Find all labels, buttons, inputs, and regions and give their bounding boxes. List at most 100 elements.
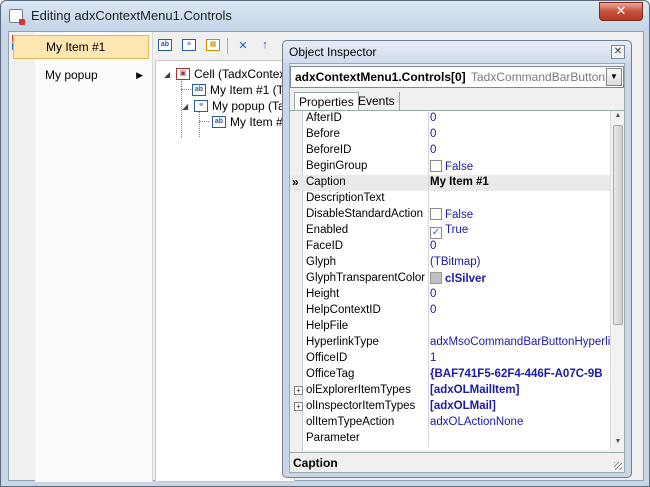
property-row[interactable]: + olInspectorItemTypes [adxOLMail]: [290, 399, 610, 415]
property-value[interactable]: False: [430, 208, 610, 221]
property-row[interactable]: HelpFile: [290, 319, 610, 335]
column-divider: [428, 287, 429, 303]
scroll-up-icon[interactable]: ▲: [612, 112, 624, 124]
expand-icon[interactable]: +: [294, 402, 303, 411]
property-name: olInspectorItemTypes: [306, 400, 416, 412]
property-value[interactable]: {BAF741F5-62F4-446F-A07C-9B: [430, 368, 610, 380]
column-divider: [428, 383, 429, 399]
window-titlebar[interactable]: Editing adxContextMenu1.Controls ✕: [1, 1, 649, 31]
property-name: olItemTypeAction: [306, 416, 395, 428]
property-row[interactable]: olItemTypeAction adxOLActionNone: [290, 415, 610, 431]
move-up-icon[interactable]: ↑: [255, 35, 275, 55]
inspector-titlebar[interactable]: Object Inspector ✕: [283, 41, 631, 63]
column-divider: [428, 303, 429, 319]
add-popup-icon[interactable]: ≡: [179, 35, 199, 55]
property-name: GlyphTransparentColor: [306, 272, 426, 284]
property-value-text: (TBitmap): [430, 256, 481, 268]
checkbox-icon[interactable]: [430, 160, 442, 172]
tree-node-my-popup[interactable]: ◢ ≡ My popup (Tad: [182, 98, 291, 114]
property-value[interactable]: False: [430, 160, 610, 173]
property-row[interactable]: OfficeTag {BAF741F5-62F4-446F-A07C-9B: [290, 367, 610, 383]
property-row[interactable]: BeforeID 0: [290, 143, 610, 159]
resize-grip-icon[interactable]: [614, 462, 622, 470]
scroll-down-icon[interactable]: ▼: [612, 438, 624, 450]
add-button-icon[interactable]: ab: [155, 35, 175, 55]
collapse-icon[interactable]: ◢: [182, 102, 192, 111]
tab-properties[interactable]: Properties: [294, 92, 359, 110]
property-value[interactable]: 0: [430, 304, 610, 316]
property-row[interactable]: + olExplorerItemTypes [adxOLMailItem]: [290, 383, 610, 399]
property-row[interactable]: Enabled ✓ True: [290, 223, 610, 239]
property-value[interactable]: adxOLActionNone: [430, 416, 610, 428]
expand-icon[interactable]: +: [294, 386, 303, 395]
property-name: AfterID: [306, 112, 342, 124]
property-row[interactable]: Parameter: [290, 431, 610, 447]
property-value[interactable]: ✓ True: [430, 224, 610, 239]
tab-events[interactable]: Events: [354, 92, 400, 110]
property-row[interactable]: BeginGroup False: [290, 159, 610, 175]
property-value[interactable]: 0: [430, 112, 610, 124]
tree-node-cell[interactable]: ◢ ▣ Cell (TadxContextM: [164, 66, 299, 82]
column-divider: [428, 319, 429, 335]
property-row[interactable]: GlyphTransparentColor clSilver: [290, 271, 610, 287]
checkbox-checked-icon[interactable]: ✓: [430, 227, 442, 239]
property-row[interactable]: FaceID 0: [290, 239, 610, 255]
button-item-icon: ab: [212, 116, 226, 128]
inspector-body: adxContextMenu1.Controls[0] TadxCommandB…: [289, 63, 625, 473]
checkbox-icon[interactable]: [430, 208, 442, 220]
property-row[interactable]: DescriptionText: [290, 191, 610, 207]
property-row[interactable]: OfficeID 1: [290, 351, 610, 367]
inspector-close-button[interactable]: ✕: [611, 45, 625, 59]
tree-node-my-item-2[interactable]: ab My Item #2: [212, 114, 289, 130]
window-close-button[interactable]: ✕: [599, 2, 643, 21]
column-divider: [428, 351, 429, 367]
property-value[interactable]: 0: [430, 288, 610, 300]
inspector-title: Object Inspector: [289, 45, 377, 59]
property-row[interactable]: Height 0: [290, 287, 610, 303]
property-name: DisableStandardAction: [306, 208, 423, 220]
column-divider: [428, 415, 429, 431]
inspector-status-bar: Caption: [290, 452, 624, 472]
property-grid-scrollbar[interactable]: ▲ ▼: [610, 111, 624, 450]
property-row[interactable]: Before 0: [290, 127, 610, 143]
property-value[interactable]: [adxOLMailItem]: [430, 384, 610, 396]
property-row[interactable]: » Caption My Item #1: [290, 175, 610, 191]
property-value[interactable]: 1: [430, 352, 610, 364]
property-row[interactable]: DisableStandardAction False: [290, 207, 610, 223]
delete-icon[interactable]: ✕: [233, 35, 253, 55]
property-value[interactable]: 0: [430, 128, 610, 140]
tree-node-my-item-1[interactable]: ab My Item #1 (Ta: [192, 82, 289, 98]
property-row[interactable]: Glyph (TBitmap): [290, 255, 610, 271]
object-selector[interactable]: adxContextMenu1.Controls[0] TadxCommandB…: [290, 66, 624, 88]
chevron-down-icon[interactable]: ▼: [606, 68, 622, 86]
property-row[interactable]: AfterID 0: [290, 111, 610, 127]
column-divider: [428, 239, 429, 255]
property-name: Height: [306, 288, 340, 300]
object-inspector-window: Object Inspector ✕ adxContextMenu1.Contr…: [282, 40, 632, 478]
current-row-marker-icon: »: [292, 175, 299, 189]
property-value[interactable]: clSilver: [430, 272, 610, 285]
property-value[interactable]: adxMsoCommandBarButtonHyperlinkN: [430, 336, 610, 348]
property-value[interactable]: 0: [430, 144, 610, 156]
property-value[interactable]: (TBitmap): [430, 256, 610, 268]
property-value[interactable]: 0: [430, 240, 610, 252]
property-value[interactable]: My Item #1: [430, 176, 610, 188]
property-row[interactable]: HelpContextID 0: [290, 303, 610, 319]
property-row[interactable]: HyperlinkType adxMsoCommandBarButtonHyper…: [290, 335, 610, 351]
scrollbar-thumb[interactable]: [613, 125, 623, 325]
collapse-icon[interactable]: ◢: [164, 70, 174, 79]
menu-item-my-popup[interactable]: My popup ▶: [13, 64, 149, 88]
property-name: OfficeTag: [306, 368, 355, 380]
object-name: adxContextMenu1.Controls[0]: [295, 70, 466, 84]
menu-item-my-item-1[interactable]: My Item #1: [13, 35, 149, 59]
property-name: HelpContextID: [306, 304, 381, 316]
column-divider: [428, 255, 429, 271]
add-control-icon[interactable]: ▦: [203, 35, 223, 55]
property-name: olExplorerItemTypes: [306, 384, 411, 396]
property-value-text: 0: [430, 240, 437, 252]
property-value[interactable]: [adxOLMail]: [430, 400, 610, 412]
tree-node-label: My popup (Tad: [212, 99, 292, 113]
property-value-text: 0: [430, 144, 437, 156]
tree-node-label: My Item #1 (Ta: [210, 83, 290, 97]
property-name: BeforeID: [306, 144, 352, 156]
